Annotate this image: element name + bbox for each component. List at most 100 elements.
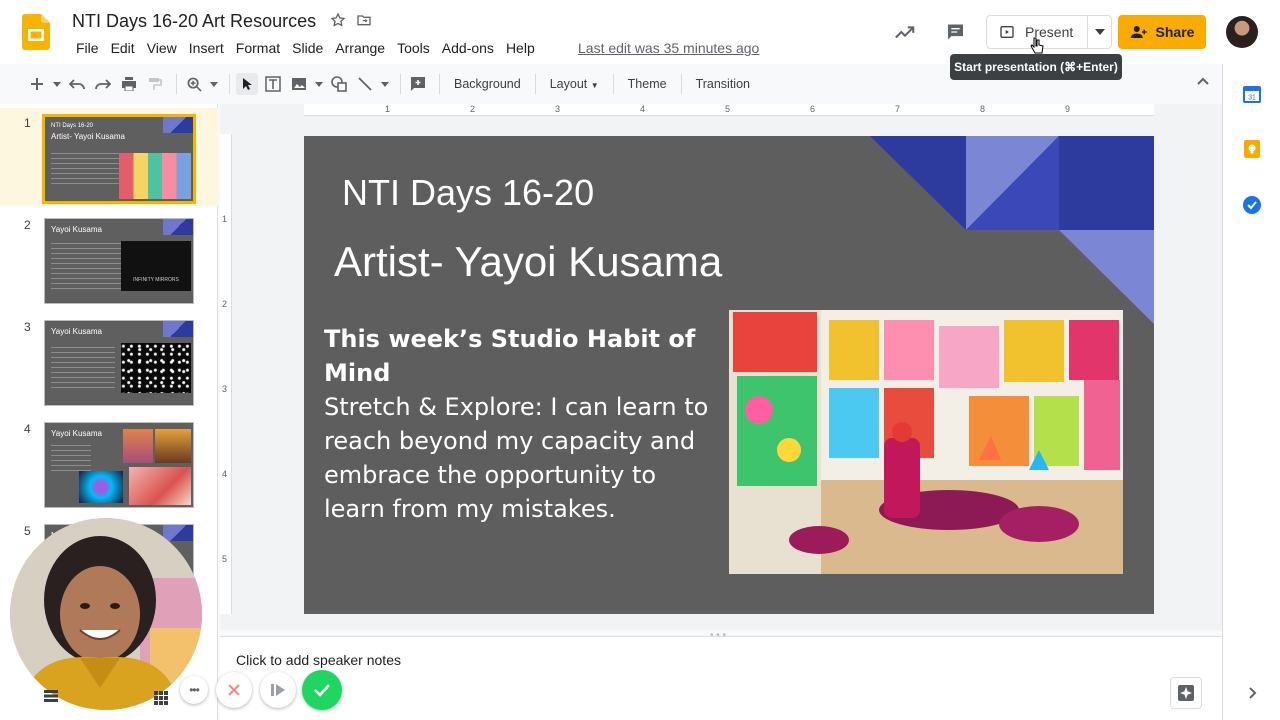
thumb-corner-graphic	[163, 219, 193, 235]
share-label: Share	[1155, 24, 1195, 40]
shape-icon[interactable]	[328, 73, 350, 95]
undo-icon[interactable]	[66, 73, 88, 95]
more-options-button[interactable]: •••	[180, 676, 208, 704]
webcam-presenter-video	[10, 518, 202, 710]
speaker-notes-panel[interactable]: Click to add speaker notes	[220, 636, 1222, 720]
menu-add-ons[interactable]: Add-ons	[436, 40, 500, 56]
zoom-caret-icon[interactable]	[209, 73, 219, 95]
thumb-corner-graphic	[163, 525, 193, 541]
caret-down-icon	[1094, 29, 1105, 35]
menu-edit[interactable]: Edit	[105, 40, 141, 56]
menu-insert[interactable]: Insert	[183, 40, 230, 56]
theme-button[interactable]: Theme	[620, 77, 675, 91]
share-person-icon	[1130, 26, 1147, 38]
explore-button[interactable]	[1170, 677, 1202, 709]
resume-button[interactable]	[260, 672, 296, 708]
discard-recording-button[interactable]	[216, 672, 252, 708]
filmstrip-slide-1[interactable]: 1 NTI Days 16-20 Artist- Yayoi Kusama	[0, 108, 218, 206]
thumb-image	[119, 153, 191, 199]
slides-logo-icon[interactable]	[22, 14, 50, 50]
filmstrip-slide-3[interactable]: 3 Yayoi Kusama	[0, 312, 218, 410]
print-icon[interactable]	[118, 73, 140, 95]
ruler-tick: 3	[222, 384, 228, 394]
slide-number: 5	[24, 524, 31, 538]
activity-trend-icon[interactable]	[894, 22, 916, 42]
menu-file[interactable]: File	[70, 40, 105, 56]
slide-thumbnail[interactable]: Yayoi Kusama INFINITY MIRRORS	[44, 218, 194, 304]
slide-title[interactable]: NTI Days 16-20	[342, 172, 594, 214]
slide-thumbnail[interactable]: NTI Days 16-20 Artist- Yayoi Kusama	[42, 114, 196, 204]
thumb-image: INFINITY MIRRORS	[121, 241, 191, 291]
speaker-notes-placeholder[interactable]: Click to add speaker notes	[236, 652, 401, 668]
document-title[interactable]: NTI Days 16-20 Art Resources	[72, 11, 316, 32]
expand-panel-icon[interactable]	[1242, 683, 1262, 703]
redo-icon[interactable]	[92, 73, 114, 95]
thumb-body-text	[51, 153, 119, 187]
line-caret-icon[interactable]	[380, 73, 390, 95]
artist-gallery-photo[interactable]	[729, 310, 1123, 574]
thumb-title: Yayoi Kusama	[51, 225, 102, 234]
thumb-title: Yayoi Kusama	[51, 429, 102, 438]
last-edit-link[interactable]: Last edit was 35 minutes ago	[578, 40, 759, 56]
slide-body-textbox[interactable]: This week’s Studio Habit of Mind Stretch…	[324, 322, 724, 526]
tasks-icon[interactable]	[1242, 195, 1262, 215]
insert-image-icon[interactable]	[288, 73, 310, 95]
layout-button[interactable]: Layout ▼	[542, 77, 607, 91]
account-avatar[interactable]	[1226, 16, 1258, 48]
keep-notes-icon[interactable]	[1242, 139, 1262, 159]
toolbar-divider	[612, 74, 614, 94]
menu-help[interactable]: Help	[500, 40, 541, 56]
grid-view-icon[interactable]	[154, 691, 168, 705]
resume-play-icon	[271, 684, 285, 696]
zoom-icon[interactable]	[183, 73, 205, 95]
slides-grid-icon[interactable]	[44, 690, 58, 702]
side-panel: 31	[1222, 64, 1280, 720]
background-button[interactable]: Background	[446, 77, 529, 91]
slide-subtitle[interactable]: Artist- Yayoi Kusama	[334, 238, 722, 286]
present-dropdown-button[interactable]	[1087, 16, 1111, 48]
menu-slide[interactable]: Slide	[286, 40, 329, 56]
star-icon[interactable]	[330, 12, 346, 28]
present-button-group: Present	[986, 15, 1112, 49]
toolbar-divider	[229, 74, 230, 94]
body-text: Stretch & Explore: I can learn to reach …	[324, 393, 709, 523]
ruler-tick: 8	[980, 104, 986, 114]
text-box-icon[interactable]	[262, 73, 284, 95]
toolbar-divider	[680, 74, 682, 94]
more-dots-icon: •••	[189, 683, 200, 697]
ruler-tick: 6	[810, 104, 816, 114]
thumb-corner-graphic	[163, 117, 193, 133]
ruler-tick: 9	[1065, 104, 1071, 114]
filmstrip-slide-4[interactable]: 4 Yayoi Kusama	[0, 414, 218, 512]
comments-icon[interactable]	[945, 22, 966, 42]
thumb-body-text	[51, 347, 115, 391]
menu-tools[interactable]: Tools	[391, 40, 436, 56]
move-folder-icon[interactable]	[356, 12, 372, 28]
slide-editor[interactable]: NTI Days 16-20 Artist- Yayoi Kusama This…	[304, 136, 1154, 614]
select-pointer-icon[interactable]	[236, 73, 258, 95]
image-caret-icon[interactable]	[314, 73, 324, 95]
menu-arrange[interactable]: Arrange	[329, 40, 391, 56]
finish-recording-button[interactable]	[302, 670, 342, 710]
slide-thumbnail[interactable]: Yayoi Kusama	[44, 422, 194, 508]
new-slide-icon[interactable]	[26, 73, 48, 95]
new-slide-caret-icon[interactable]	[52, 73, 62, 95]
ruler-tick: 1	[385, 104, 391, 114]
transition-button[interactable]: Transition	[688, 77, 758, 91]
add-comment-icon[interactable]	[407, 73, 429, 95]
present-icon	[1000, 26, 1014, 38]
slide-thumbnail[interactable]: Yayoi Kusama	[44, 320, 194, 406]
share-button[interactable]: Share	[1118, 15, 1206, 49]
calendar-icon[interactable]: 31	[1242, 84, 1262, 104]
line-icon[interactable]	[354, 73, 376, 95]
paint-format-icon[interactable]	[144, 73, 166, 95]
menu-format[interactable]: Format	[230, 40, 286, 56]
collapse-toolbar-icon[interactable]	[1196, 76, 1210, 86]
layout-label: Layout	[549, 77, 588, 91]
checkmark-icon	[314, 684, 330, 697]
filmstrip-slide-2[interactable]: 2 Yayoi Kusama INFINITY MIRRORS	[0, 210, 218, 308]
menu-view[interactable]: View	[141, 40, 183, 56]
slide-number: 4	[24, 422, 31, 436]
horizontal-ruler[interactable]: 1 2 3 4 5 6 7 8 9	[304, 104, 1154, 116]
vertical-ruler[interactable]: 1 2 3 4 5	[220, 134, 232, 614]
